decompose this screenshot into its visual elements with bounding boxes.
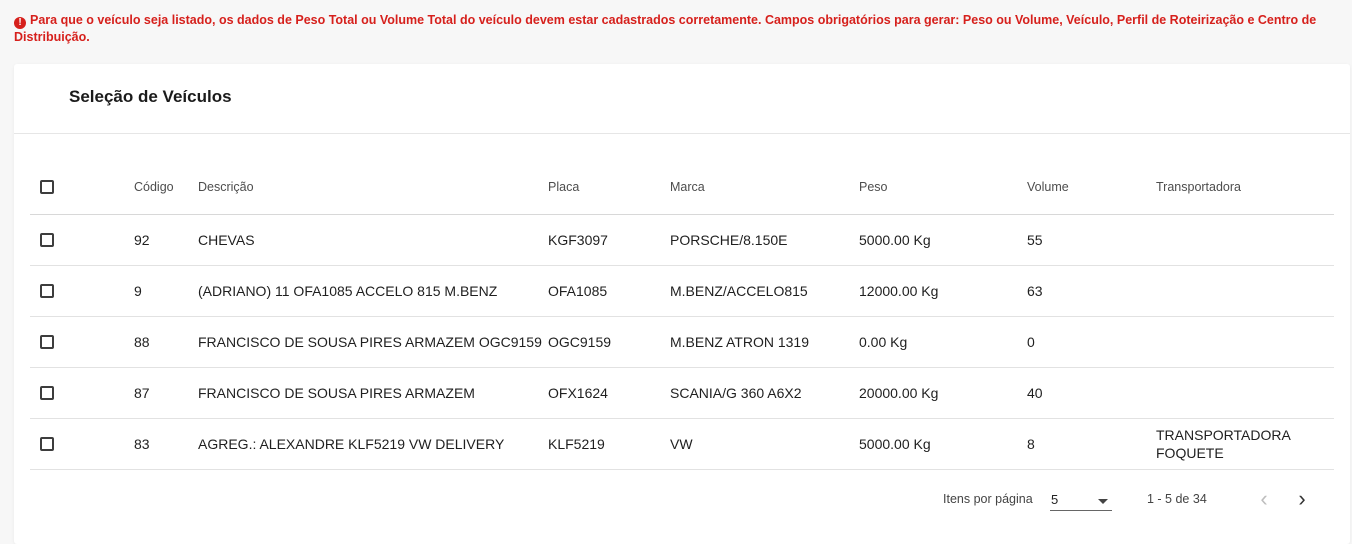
cell-volume: 63 <box>1027 265 1156 317</box>
vehicles-table: Código Descrição Placa Marca Peso Volume… <box>30 160 1334 470</box>
header-peso[interactable]: Peso <box>859 160 1027 215</box>
cell-peso: 12000.00 Kg <box>859 265 1027 317</box>
cell-transportadora <box>1156 367 1334 419</box>
previous-page-button[interactable]: ‹ <box>1250 486 1278 514</box>
header-placa[interactable]: Placa <box>548 160 670 215</box>
header-volume[interactable]: Volume <box>1027 160 1156 215</box>
vehicle-selection-card: Seleção de Veículos Código Descrição Pla… <box>14 64 1350 544</box>
cell-transportadora: TRANSPORTADORA FOQUETE <box>1156 418 1334 470</box>
row-checkbox[interactable] <box>40 437 54 451</box>
cell-placa: OFA1085 <box>548 265 670 317</box>
items-per-page-label: Itens por página <box>943 492 1033 506</box>
cell-peso: 5000.00 Kg <box>859 418 1027 470</box>
warning-text: Para que o veículo seja listado, os dado… <box>14 13 1317 44</box>
cell-transportadora <box>1156 316 1334 368</box>
cell-placa: KLF5219 <box>548 418 670 470</box>
cell-descricao: AGREG.: ALEXANDRE KLF5219 VW DELIVERY <box>198 418 548 470</box>
row-checkbox[interactable] <box>40 284 54 298</box>
table-row[interactable]: 87 FRANCISCO DE SOUSA PIRES ARMAZEM OFX1… <box>30 367 1334 419</box>
row-checkbox[interactable] <box>40 335 54 349</box>
exclamation-circle-icon: ! <box>14 17 26 29</box>
cell-placa: OGC9159 <box>548 316 670 368</box>
select-all-checkbox[interactable] <box>40 180 54 194</box>
page-range: 1 - 5 de 34 <box>1147 492 1207 506</box>
card-title: Seleção de Veículos <box>69 87 232 106</box>
dropdown-arrow-icon <box>1098 499 1108 504</box>
cell-placa: OFX1624 <box>548 367 670 419</box>
table-header-row: Código Descrição Placa Marca Peso Volume… <box>30 160 1334 215</box>
warning-message: ! Para que o veículo seja listado, os dad… <box>14 12 1334 46</box>
cell-volume: 8 <box>1027 418 1156 470</box>
cell-peso: 5000.00 Kg <box>859 214 1027 266</box>
cell-peso: 0.00 Kg <box>859 316 1027 368</box>
cell-transportadora <box>1156 265 1334 317</box>
row-checkbox[interactable] <box>40 233 54 247</box>
table-row[interactable]: 9 (ADRIANO) 11 OFA1085 ACCELO 815 M.BENZ… <box>30 265 1334 317</box>
table-row[interactable]: 83 AGREG.: ALEXANDRE KLF5219 VW DELIVERY… <box>30 418 1334 470</box>
table-row[interactable]: 92 CHEVAS KGF3097 PORSCHE/8.150E 5000.00… <box>30 214 1334 266</box>
cell-descricao: FRANCISCO DE SOUSA PIRES ARMAZEM <box>198 367 548 419</box>
header-marca[interactable]: Marca <box>670 160 859 215</box>
cell-marca: M.BENZ ATRON 1319 <box>670 316 859 368</box>
chevron-left-icon: ‹ <box>1260 486 1268 511</box>
cell-codigo: 83 <box>134 418 198 470</box>
paginator: Itens por página 5 1 - 5 de 34 ‹ › <box>14 482 1350 516</box>
next-page-button[interactable]: › <box>1288 486 1316 514</box>
cell-volume: 55 <box>1027 214 1156 266</box>
table-row[interactable]: 88 FRANCISCO DE SOUSA PIRES ARMAZEM OGC9… <box>30 316 1334 368</box>
cell-codigo: 88 <box>134 316 198 368</box>
cell-descricao: CHEVAS <box>198 214 548 266</box>
chevron-right-icon: › <box>1298 486 1306 511</box>
cell-codigo: 92 <box>134 214 198 266</box>
items-per-page-value: 5 <box>1051 492 1059 507</box>
cell-descricao: FRANCISCO DE SOUSA PIRES ARMAZEM OGC9159 <box>198 316 548 368</box>
row-checkbox[interactable] <box>40 386 54 400</box>
header-descricao[interactable]: Descrição <box>198 160 548 215</box>
items-per-page-select[interactable]: 5 <box>1050 488 1112 511</box>
cell-placa: KGF3097 <box>548 214 670 266</box>
header-codigo[interactable]: Código <box>134 160 198 215</box>
card-divider <box>14 133 1350 134</box>
cell-descricao: (ADRIANO) 11 OFA1085 ACCELO 815 M.BENZ <box>198 265 548 317</box>
cell-volume: 0 <box>1027 316 1156 368</box>
cell-marca: VW <box>670 418 859 470</box>
cell-codigo: 9 <box>134 265 198 317</box>
cell-marca: SCANIA/G 360 A6X2 <box>670 367 859 419</box>
cell-marca: PORSCHE/8.150E <box>670 214 859 266</box>
cell-marca: M.BENZ/ACCELO815 <box>670 265 859 317</box>
cell-transportadora <box>1156 214 1334 266</box>
cell-volume: 40 <box>1027 367 1156 419</box>
cell-codigo: 87 <box>134 367 198 419</box>
header-transportadora[interactable]: Transportadora <box>1156 160 1334 215</box>
cell-peso: 20000.00 Kg <box>859 367 1027 419</box>
